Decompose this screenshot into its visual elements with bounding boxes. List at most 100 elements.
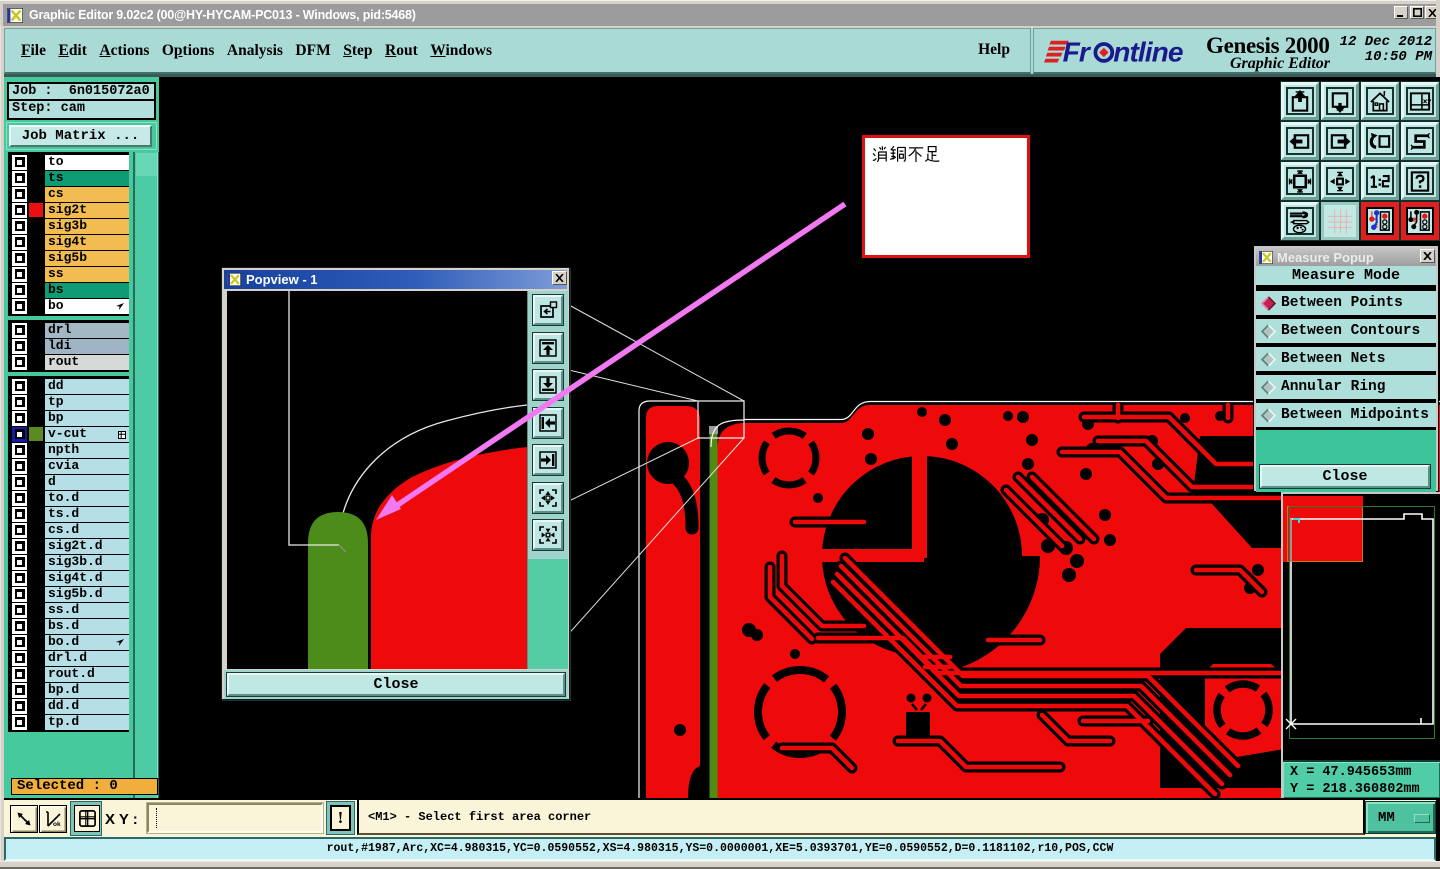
menu-item-step[interactable]: Step [343, 42, 372, 60]
layer-checkbox-sig2t[interactable] [12, 202, 27, 218]
serpentine-button[interactable] [1401, 122, 1439, 160]
menu-item-dfm[interactable]: DFM [295, 42, 330, 60]
layer-row-sig5b.d[interactable]: sig5b.d [10, 586, 129, 602]
layer-row-drl.d[interactable]: drl.d [10, 650, 129, 666]
popview-arrow-right-box-button[interactable] [533, 445, 563, 475]
layer-row-cs.d[interactable]: cs.d [10, 522, 129, 538]
layer-row-to.d[interactable]: to.d [10, 490, 129, 506]
layer-checkbox-drl[interactable] [12, 322, 27, 338]
zoom-center-button[interactable] [1321, 162, 1359, 200]
layer-name-ss[interactable]: ss [45, 267, 129, 282]
windows-xy-button[interactable] [1401, 82, 1439, 120]
layer-name-cs[interactable]: cs [45, 187, 129, 202]
scale-1-2-button[interactable] [1361, 162, 1399, 200]
layer-checkbox-drl.d[interactable] [12, 650, 27, 666]
layer-name-cvia[interactable]: cvia [45, 459, 129, 474]
layer-row-to[interactable]: to [10, 154, 129, 170]
layer-row-cs[interactable]: cs [10, 186, 129, 202]
popview-titlebar[interactable]: Popview - 1 [224, 270, 567, 289]
popview-window-copy-button[interactable] [533, 295, 563, 325]
popview-canvas[interactable] [227, 291, 528, 669]
layer-name-tp.d[interactable]: tp.d [45, 715, 129, 730]
layer-name-sig2t.d[interactable]: sig2t.d [45, 539, 129, 554]
layer-row-bo[interactable]: bo [10, 298, 129, 314]
layer-name-sig3b[interactable]: sig3b [45, 219, 129, 234]
layer-name-ldi[interactable]: ldi [45, 339, 129, 354]
layer-name-ts.d[interactable]: ts.d [45, 507, 129, 522]
layer-row-sig3b[interactable]: sig3b [10, 218, 129, 234]
layer-checkbox-cs[interactable] [12, 186, 27, 202]
snap-angle-button[interactable]: ok [39, 805, 67, 833]
popview-arrow-left-box-button[interactable] [533, 407, 563, 438]
titlebar[interactable]: Graphic Editor 9.02c2 (00@HY-HYCAM-PC013… [0, 0, 1440, 26]
layer-checkbox-ldi[interactable] [12, 338, 27, 354]
layer-row-dd[interactable]: dd [10, 378, 129, 394]
menu-item-actions[interactable]: Actions [99, 42, 149, 60]
layer-name-d[interactable]: d [45, 475, 129, 490]
layer-name-bs[interactable]: bs [45, 283, 129, 298]
layer-checkbox-to[interactable] [12, 154, 27, 170]
setup-tools-button[interactable] [1281, 202, 1319, 240]
layer-row-d[interactable]: d [10, 474, 129, 490]
measure-option-between-points[interactable]: Between Points [1256, 291, 1436, 315]
layer-row-sig5b[interactable]: sig5b [10, 250, 129, 266]
pan-left-button[interactable] [1281, 122, 1319, 160]
layer-row-bp.d[interactable]: bp.d [10, 682, 129, 698]
layer-checkbox-cvia[interactable] [12, 458, 27, 474]
scrollbar-thumb[interactable] [136, 153, 157, 176]
layer-row-tp.d[interactable]: tp.d [10, 714, 129, 730]
layer-checkbox-ss.d[interactable] [12, 602, 27, 618]
layer-swatch-sig2t[interactable] [29, 203, 43, 217]
layer-row-npth[interactable]: npth [10, 442, 129, 458]
layer-checkbox-bp[interactable] [12, 410, 27, 426]
layer-name-ts[interactable]: ts [45, 171, 129, 186]
layer-checkbox-bo[interactable] [12, 298, 27, 314]
layer-checkbox-sig5b[interactable] [12, 250, 27, 266]
layer-row-cvia[interactable]: cvia [10, 458, 129, 474]
zoom-margins-button[interactable] [1281, 162, 1319, 200]
xy-input[interactable] [147, 803, 323, 833]
pan-right-button[interactable] [1321, 122, 1359, 160]
menu-item-edit[interactable]: Edit [58, 42, 86, 60]
layer-row-ss[interactable]: ss [10, 266, 129, 282]
layer-name-bo[interactable]: bo [45, 299, 129, 314]
layer-name-sig5b.d[interactable]: sig5b.d [45, 587, 129, 602]
layer-checkbox-dd[interactable] [12, 378, 27, 394]
maximize-button[interactable] [1410, 6, 1424, 19]
layer-name-cs.d[interactable]: cs.d [45, 523, 129, 538]
layer-name-bp.d[interactable]: bp.d [45, 683, 129, 698]
popview-arrow-down-box-button[interactable] [533, 370, 563, 400]
netlist-black-button[interactable] [1401, 202, 1439, 240]
layer-swatch-v-cut[interactable] [29, 427, 43, 441]
measure-option-between-midpoints[interactable]: Between Midpoints [1256, 403, 1436, 427]
popview-close-icon[interactable] [552, 270, 567, 285]
layer-row-ss.d[interactable]: ss.d [10, 602, 129, 618]
grid-button[interactable] [1321, 202, 1359, 240]
layer-row-dd.d[interactable]: dd.d [10, 698, 129, 714]
layer-checkbox-rout.d[interactable] [12, 666, 27, 682]
layer-row-sig4t.d[interactable]: sig4t.d [10, 570, 129, 586]
popview-close-button[interactable]: Close [227, 673, 565, 696]
netlist-color-button[interactable] [1361, 202, 1399, 240]
units-dropdown[interactable]: MM [1365, 801, 1436, 834]
layer-checkbox-cs.d[interactable] [12, 522, 27, 538]
menu-item-windows[interactable]: Windows [430, 42, 492, 60]
measure-option-annular-ring[interactable]: Annular Ring [1256, 375, 1436, 399]
layer-row-bo.d[interactable]: bo.d [10, 634, 129, 650]
layer-row-bp[interactable]: bp [10, 410, 129, 426]
measure-close-button[interactable]: Close [1260, 465, 1430, 488]
layer-name-sig4t.d[interactable]: sig4t.d [45, 571, 129, 586]
layer-name-sig2t[interactable]: sig2t [45, 203, 129, 218]
layer-name-sig4t[interactable]: sig4t [45, 235, 129, 250]
overview-panel[interactable]: X = 47.945653mm Y = 218.360802mm [1281, 492, 1440, 798]
layer-row-drl[interactable]: drl [10, 322, 129, 338]
layer-checkbox-sig3b[interactable] [12, 218, 27, 234]
layer-row-tp[interactable]: tp [10, 394, 129, 410]
layer-checkbox-ts.d[interactable] [12, 506, 27, 522]
layer-checkbox-bs[interactable] [12, 282, 27, 298]
layer-name-sig3b.d[interactable]: sig3b.d [45, 555, 129, 570]
layer-row-ts[interactable]: ts [10, 170, 129, 186]
layer-row-bs[interactable]: bs [10, 282, 129, 298]
layer-checkbox-bs.d[interactable] [12, 618, 27, 634]
layer-row-rout[interactable]: rout [10, 354, 129, 370]
